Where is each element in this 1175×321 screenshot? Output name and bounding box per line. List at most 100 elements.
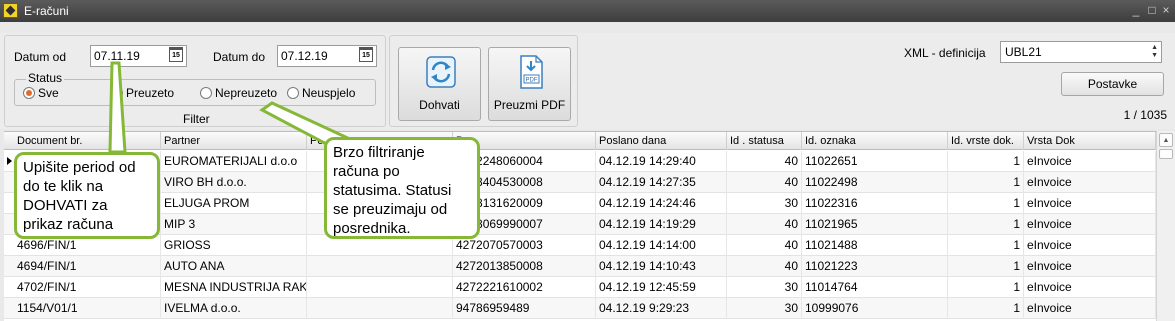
cell-status: 40 bbox=[727, 256, 802, 277]
date-to-label: Datum do bbox=[213, 50, 266, 64]
cell-b: 4272070570003 bbox=[453, 235, 596, 256]
date-to-field[interactable]: 07.12.19 15 bbox=[277, 45, 377, 67]
calendar-icon[interactable]: 15 bbox=[169, 47, 183, 62]
table-header: Document br. Partner Pos. je B Poslano d… bbox=[4, 132, 1156, 150]
cell-vrsta: eInvoice bbox=[1024, 193, 1156, 214]
close-button[interactable]: × bbox=[1158, 2, 1174, 18]
minimize-button[interactable]: _ bbox=[1128, 2, 1144, 18]
cell-partner: GRIOSS bbox=[161, 235, 307, 256]
cell-b: 4272013850008 bbox=[453, 256, 596, 277]
table-row[interactable]: 4696/FIN/1 GRIOSS 4272070570003 04.12.19 14… bbox=[4, 235, 1156, 256]
cell-vrsta: eInvoice bbox=[1024, 151, 1156, 172]
cell-pos bbox=[307, 277, 453, 298]
filter-panel: Datum od 07.11.19 15 Datum do 07.12.19 1… bbox=[4, 35, 386, 127]
scroll-thumb[interactable] bbox=[1159, 149, 1173, 159]
settings-button[interactable]: Postavke bbox=[1061, 72, 1164, 96]
radio-neuspjelo[interactable]: Neuspjelo bbox=[287, 86, 355, 100]
record-counter: 1 / 1035 bbox=[1123, 108, 1167, 122]
radio-icon bbox=[200, 87, 212, 99]
table-row[interactable]: EUROMATERIJALI d.o.o 4272248060004 04.12.1… bbox=[4, 151, 1156, 172]
cell-date: 04.12.19 14:19:29 bbox=[596, 214, 727, 235]
cell-vrsta: eInvoice bbox=[1024, 235, 1156, 256]
cell-oznaka: 11022498 bbox=[802, 172, 948, 193]
date-from-value: 07.11.19 bbox=[94, 49, 140, 63]
cell-pos bbox=[307, 298, 453, 319]
download-pdf-label: Preuzmi PDF bbox=[493, 98, 566, 112]
table-row[interactable]: 4702/FIN/1 MESNA INDUSTRIJA RAK 4272221610… bbox=[4, 277, 1156, 298]
cell-b: 4272221610002 bbox=[453, 277, 596, 298]
fetch-button-label: Dohvati bbox=[419, 98, 460, 112]
cell-partner: EUROMATERIJALI d.o.o bbox=[161, 151, 307, 172]
cell-status: 30 bbox=[727, 277, 802, 298]
download-pdf-button[interactable]: PDF Preuzmi PDF bbox=[488, 47, 571, 121]
pdf-icon-text: PDF bbox=[526, 78, 538, 84]
col-partner[interactable]: Partner bbox=[161, 132, 307, 150]
col-sent-date[interactable]: Poslano dana bbox=[596, 132, 727, 150]
date-from-field[interactable]: 07.11.19 15 bbox=[90, 45, 187, 67]
cell-partner: AUTO ANA bbox=[161, 256, 307, 277]
cell-vrste: 1 bbox=[948, 235, 1024, 256]
callout-period: Upišite period od do te klik na DOHVATI … bbox=[14, 152, 160, 239]
app-icon bbox=[3, 3, 18, 18]
status-label: Status bbox=[26, 71, 65, 85]
table-row[interactable]: VIRO BH d.o.o. 4218404530008 04.12.19 14:2… bbox=[4, 172, 1156, 193]
radio-sve[interactable]: Sve bbox=[23, 86, 59, 100]
table-row[interactable]: ELJUGA PROM 4218131620009 04.12.19 14:24:4… bbox=[4, 193, 1156, 214]
cell-oznaka: 11014764 bbox=[802, 277, 948, 298]
radio-icon bbox=[111, 87, 123, 99]
cell-date: 04.12.19 14:24:46 bbox=[596, 193, 727, 214]
refresh-icon bbox=[426, 56, 456, 88]
cell-status: 40 bbox=[727, 214, 802, 235]
cell-status: 40 bbox=[727, 151, 802, 172]
radio-selected-icon bbox=[23, 87, 35, 99]
status-group: Status Sve Preuzeto Nepreuzeto Neuspjelo bbox=[14, 71, 376, 106]
cell-date: 04.12.19 14:29:40 bbox=[596, 151, 727, 172]
vertical-scrollbar[interactable]: ▲ bbox=[1156, 131, 1175, 321]
radio-icon bbox=[287, 87, 299, 99]
filter-caption: Filter bbox=[183, 112, 210, 126]
col-doc-type[interactable]: Vrsta Dok bbox=[1024, 132, 1156, 150]
xml-definition-select[interactable]: UBL21 ▲ ▼ bbox=[1000, 41, 1162, 63]
pdf-icon: PDF bbox=[520, 55, 543, 89]
cell-oznaka: 11021488 bbox=[802, 235, 948, 256]
cell-vrste: 1 bbox=[948, 151, 1024, 172]
title-bar: E-računi _ □ × bbox=[0, 0, 1175, 22]
date-to-value: 07.12.19 bbox=[281, 49, 328, 63]
calendar-icon[interactable]: 15 bbox=[359, 47, 373, 62]
table-row[interactable]: MIP 3 4218069990007 04.12.19 14:19:29 40 110… bbox=[4, 214, 1156, 235]
cell-status: 30 bbox=[727, 298, 802, 319]
window-title: E-računi bbox=[24, 4, 69, 18]
scroll-up-icon[interactable]: ▲ bbox=[1159, 133, 1173, 147]
spin-arrows-icon[interactable]: ▲ ▼ bbox=[1151, 44, 1158, 60]
col-document-no[interactable]: Document br. bbox=[4, 132, 161, 150]
cell-vrsta: eInvoice bbox=[1024, 298, 1156, 319]
cell-vrste: 1 bbox=[948, 172, 1024, 193]
col-mark-id[interactable]: Id. oznaka bbox=[802, 132, 948, 150]
callout-status: Brzo filtriranje računa po statusima. St… bbox=[324, 137, 480, 239]
table-row[interactable]: 4694/FIN/1 AUTO ANA 4272013850008 04.12.19 … bbox=[4, 256, 1156, 277]
cell-date: 04.12.19 14:27:35 bbox=[596, 172, 727, 193]
documents-table: Document br. Partner Pos. je B Poslano d… bbox=[4, 131, 1156, 321]
cell-status: 40 bbox=[727, 235, 802, 256]
col-doc-type-id[interactable]: Id. vrste dok. bbox=[948, 132, 1024, 150]
radio-preuzeto[interactable]: Preuzeto bbox=[111, 86, 174, 100]
cell-partner: VIRO BH d.o.o. bbox=[161, 172, 307, 193]
cell-vrsta: eInvoice bbox=[1024, 172, 1156, 193]
cell-oznaka: 10999076 bbox=[802, 298, 948, 319]
cell-vrsta: eInvoice bbox=[1024, 277, 1156, 298]
cell-oznaka: 11022651 bbox=[802, 151, 948, 172]
cell-oznaka: 11021223 bbox=[802, 256, 948, 277]
table-row[interactable]: 1154/V01/1 IVELMA d.o.o. 94786959489 04.12.… bbox=[4, 298, 1156, 319]
cell-oznaka: 11021965 bbox=[802, 214, 948, 235]
cell-doc: 4694/FIN/1 bbox=[4, 256, 161, 277]
radio-sve-label: Sve bbox=[38, 86, 59, 100]
fetch-button[interactable]: Dohvati bbox=[398, 47, 481, 121]
radio-nepreuzeto-label: Nepreuzeto bbox=[215, 86, 278, 100]
cell-pos bbox=[307, 256, 453, 277]
radio-nepreuzeto[interactable]: Nepreuzeto bbox=[200, 86, 277, 100]
col-status-id[interactable]: Id . statusa bbox=[727, 132, 802, 150]
cell-date: 04.12.19 12:45:59 bbox=[596, 277, 727, 298]
radio-preuzeto-label: Preuzeto bbox=[126, 86, 175, 100]
cell-vrste: 1 bbox=[948, 277, 1024, 298]
cell-partner: MIP 3 bbox=[161, 214, 307, 235]
